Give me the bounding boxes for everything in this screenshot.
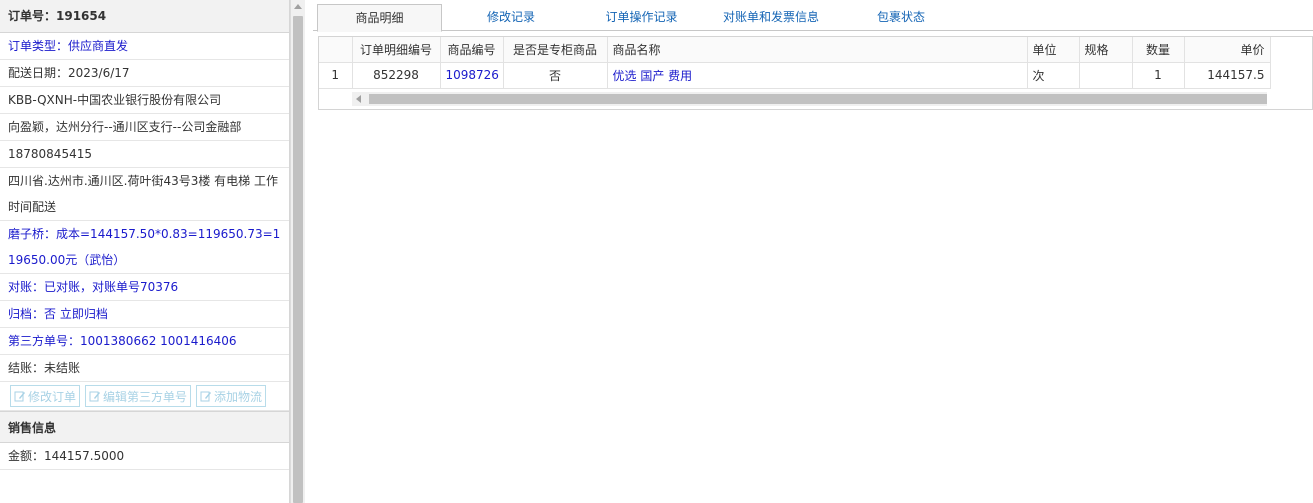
edit-third-party-label: 编辑第三方单号 bbox=[103, 389, 188, 404]
column-header-product-name[interactable]: 商品名称 bbox=[607, 37, 1028, 63]
customer-contact: 向盈颖，达州分行--通川区支行--公司金融部 bbox=[0, 114, 289, 141]
tab-reconcile-invoice[interactable]: 对账单和发票信息 bbox=[711, 4, 831, 31]
delivery-date: 配送日期：2023/6/17 bbox=[0, 60, 289, 87]
settlement-status: 结账：未结账 bbox=[0, 355, 289, 382]
customer-phone: 18780845415 bbox=[0, 141, 289, 168]
tab-operation-log[interactable]: 订单操作记录 bbox=[589, 4, 694, 31]
column-header-is-counter[interactable]: 是否是专柜商品 bbox=[503, 37, 608, 63]
order-number-title: 订单号：191654 bbox=[0, 0, 289, 33]
scroll-up-arrow-icon[interactable] bbox=[294, 4, 302, 9]
product-grid: 订单明细编号 商品编号 是否是专柜商品 商品名称 单位 规格 数量 单价 1 8… bbox=[318, 36, 1313, 110]
tab-product-detail[interactable]: 商品明细 bbox=[317, 4, 442, 32]
column-header-product-id[interactable]: 商品编号 bbox=[440, 37, 504, 63]
edit-order-button[interactable]: 修改订单 bbox=[10, 385, 81, 407]
reconcile-status: 对账：已对账，对账单号70376 bbox=[0, 274, 289, 301]
column-header-unit[interactable]: 单位 bbox=[1027, 37, 1080, 63]
product-name-link[interactable]: 优选 国产 费用 bbox=[607, 62, 1028, 89]
column-header-detail-id[interactable]: 订单明细编号 bbox=[352, 37, 441, 63]
column-header-qty[interactable]: 数量 bbox=[1132, 37, 1185, 63]
column-header-price[interactable]: 单价 bbox=[1184, 37, 1271, 63]
cost-note: 磨子桥：成本=144157.50*0.83=119650.73=119650.0… bbox=[0, 221, 289, 274]
scrollbar-thumb[interactable] bbox=[293, 16, 303, 503]
column-header-spec[interactable]: 规格 bbox=[1079, 37, 1133, 63]
cell-spec bbox=[1079, 62, 1133, 89]
cell-detail-id: 852298 bbox=[352, 62, 441, 89]
order-action-buttons: 修改订单 编辑第三方单号 添加物流 bbox=[0, 382, 289, 411]
order-type: 订单类型：供应商直发 bbox=[0, 33, 289, 60]
edit-icon bbox=[14, 391, 25, 402]
sales-amount: 金额：144157.5000 bbox=[0, 443, 289, 470]
edit-order-label: 修改订单 bbox=[28, 389, 77, 404]
table-row[interactable]: 1 852298 1098726 否 优选 国产 费用 次 1 144157.5 bbox=[319, 62, 1271, 89]
cell-qty: 1 bbox=[1132, 62, 1185, 89]
edit-icon bbox=[89, 391, 101, 402]
customer-company: KBB-QXNH-中国农业银行股份有限公司 bbox=[0, 87, 289, 114]
product-table: 订单明细编号 商品编号 是否是专柜商品 商品名称 单位 规格 数量 单价 1 8… bbox=[319, 37, 1271, 89]
tab-modify-log[interactable]: 修改记录 bbox=[461, 4, 561, 31]
cell-is-counter: 否 bbox=[503, 62, 608, 89]
edit-icon bbox=[200, 391, 212, 402]
scroll-left-arrow-icon[interactable] bbox=[356, 95, 361, 103]
sales-info-header: 销售信息 bbox=[0, 411, 289, 443]
tab-package-status[interactable]: 包裹状态 bbox=[861, 4, 941, 31]
edit-third-party-button[interactable]: 编辑第三方单号 bbox=[85, 385, 192, 407]
cell-unit: 次 bbox=[1027, 62, 1080, 89]
product-id-link[interactable]: 1098726 bbox=[440, 62, 504, 89]
archive-status[interactable]: 归档：否 立即归档 bbox=[0, 301, 289, 328]
horizontal-scrollbar[interactable] bbox=[352, 92, 1267, 106]
left-panel-scrollbar[interactable] bbox=[290, 0, 305, 503]
add-logistics-button[interactable]: 添加物流 bbox=[196, 385, 267, 407]
horizontal-scrollbar-thumb[interactable] bbox=[369, 94, 1267, 104]
delivery-address: 四川省.达州市.通川区.荷叶街43号3楼 有电梯 工作时间配送 bbox=[0, 168, 289, 221]
order-info-panel: 订单号：191654 订单类型：供应商直发 配送日期：2023/6/17 KBB… bbox=[0, 0, 290, 503]
order-detail-panel: 商品明细 修改记录 订单操作记录 对账单和发票信息 包裹状态 订单明细编号 商品… bbox=[313, 0, 1313, 503]
column-header-rownum bbox=[319, 37, 353, 63]
cell-price: 144157.5 bbox=[1184, 62, 1271, 89]
table-header-row: 订单明细编号 商品编号 是否是专柜商品 商品名称 单位 规格 数量 单价 bbox=[319, 37, 1271, 63]
detail-tabs: 商品明细 修改记录 订单操作记录 对账单和发票信息 包裹状态 bbox=[313, 0, 1313, 32]
add-logistics-label: 添加物流 bbox=[214, 389, 263, 404]
cell-row-number: 1 bbox=[319, 62, 353, 89]
third-party-numbers: 第三方单号：1001380662 1001416406 bbox=[0, 328, 289, 355]
